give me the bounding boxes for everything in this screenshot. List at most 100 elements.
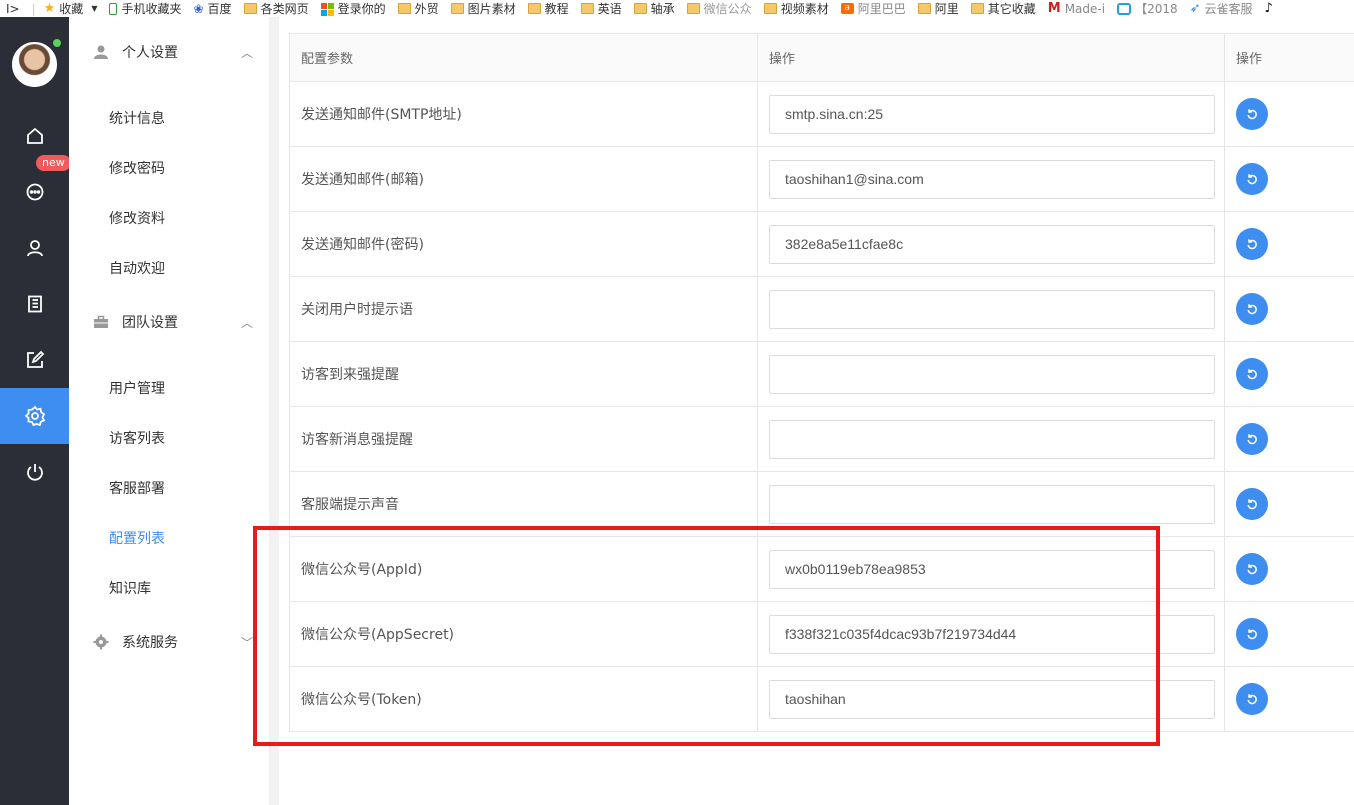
reset-button[interactable] xyxy=(1236,488,1268,520)
table-header: 配置参数 操作 操作 xyxy=(289,34,1354,82)
reset-button[interactable] xyxy=(1236,228,1268,260)
folder-icon xyxy=(397,3,411,14)
config-value-input[interactable] xyxy=(769,419,1215,459)
reset-button[interactable] xyxy=(1236,163,1268,195)
rail-book[interactable] xyxy=(0,276,69,332)
refresh-icon xyxy=(1247,629,1257,640)
reset-button[interactable] xyxy=(1236,683,1268,715)
rail-chat[interactable] xyxy=(0,164,69,220)
nav-item-edit-profile[interactable]: 修改资料 xyxy=(109,208,165,228)
new-badge: new xyxy=(36,155,71,171)
config-value-input[interactable] xyxy=(769,94,1215,134)
chevron-down-icon: ﹀ xyxy=(240,636,253,650)
bookmark-favorites[interactable]: ★ 收藏 ▼ xyxy=(44,0,98,17)
config-value-cell xyxy=(757,82,1224,146)
bookmark-folder[interactable]: 轴承 xyxy=(633,0,675,17)
config-param-label: 微信公众号(Token) xyxy=(289,667,757,731)
config-value-input[interactable] xyxy=(769,484,1215,524)
table-row: 访客到来强提醒 xyxy=(289,342,1354,407)
bookmark-folder[interactable]: 外贸 xyxy=(397,0,439,17)
bilibili-tv-icon xyxy=(1117,2,1132,15)
bookmark-folder[interactable]: 英语 xyxy=(580,0,622,17)
table-row: 微信公众号(AppId) xyxy=(289,537,1354,602)
bookmark-bilibili[interactable]: 【2018 xyxy=(1117,0,1178,17)
table-row: 发送通知邮件(邮箱) xyxy=(289,147,1354,212)
table-row: 微信公众号(AppSecret) xyxy=(289,602,1354,667)
nav-item-user-management[interactable]: 用户管理 xyxy=(109,378,165,398)
config-action-cell xyxy=(1224,342,1354,406)
nav-item-visitor-list[interactable]: 访客列表 xyxy=(109,428,165,448)
baidu-paw-icon: ❀ xyxy=(193,1,204,16)
config-param-label: 关闭用户时提示语 xyxy=(289,277,757,341)
reset-button[interactable] xyxy=(1236,98,1268,130)
config-value-input[interactable] xyxy=(769,354,1215,394)
bookmark-folder[interactable]: 图片素材 xyxy=(450,0,516,17)
bookmark-folder[interactable]: 教程 xyxy=(527,0,569,17)
config-value-input[interactable] xyxy=(769,549,1215,589)
bookmark-mobile[interactable]: 手机收藏夹 xyxy=(109,0,181,17)
rail-settings[interactable] xyxy=(0,388,69,444)
table-row: 微信公众号(Token) xyxy=(289,667,1354,732)
table-row: 访客新消息强提醒 xyxy=(289,407,1354,472)
refresh-icon xyxy=(1247,499,1257,510)
refresh-icon xyxy=(1247,694,1257,705)
group-team-settings[interactable]: 团队设置 ︿ xyxy=(93,310,253,334)
bookmark-made-in-china[interactable]: M Made-i xyxy=(1048,0,1105,17)
refresh-icon xyxy=(1247,109,1257,120)
bookmark-folder[interactable]: 其它收藏 xyxy=(970,0,1036,17)
group-personal-settings[interactable]: 个人设置 ︿ xyxy=(93,40,253,64)
rail-user[interactable] xyxy=(0,220,69,276)
nav-item-change-password[interactable]: 修改密码 xyxy=(109,158,165,178)
config-param-label: 发送通知邮件(SMTP地址) xyxy=(289,82,757,146)
folder-icon xyxy=(527,3,541,14)
settings-icon xyxy=(24,405,45,427)
refresh-icon xyxy=(1247,239,1257,250)
config-value-input[interactable] xyxy=(769,679,1215,719)
config-value-input[interactable] xyxy=(769,159,1215,199)
group-system-services[interactable]: 系统服务 ﹀ xyxy=(93,630,253,654)
chat-icon xyxy=(26,183,43,201)
reset-button[interactable] xyxy=(1236,358,1268,390)
nav-item-knowledge-base[interactable]: 知识库 xyxy=(109,578,151,598)
bookmark-yunque[interactable]: ➶ 云雀客服 xyxy=(1190,0,1253,17)
bookmark-alibaba[interactable]: a 阿里巴巴 xyxy=(840,0,906,17)
rail-logout[interactable] xyxy=(0,444,69,500)
star-icon: ★ xyxy=(43,1,56,16)
reset-button[interactable] xyxy=(1236,618,1268,650)
config-value-cell xyxy=(757,342,1224,406)
nav-item-config-list[interactable]: 配置列表 xyxy=(109,528,165,548)
header-config-param: 配置参数 xyxy=(289,34,757,81)
bookmark-folder[interactable]: 微信公众 xyxy=(686,0,752,17)
bookmark-tiktok[interactable]: ♪ xyxy=(1265,0,1277,17)
config-value-input[interactable] xyxy=(769,289,1215,329)
config-value-cell xyxy=(757,212,1224,276)
config-value-input[interactable] xyxy=(769,614,1215,654)
nav-item-auto-welcome[interactable]: 自动欢迎 xyxy=(109,258,165,278)
config-action-cell xyxy=(1224,537,1354,601)
reset-button[interactable] xyxy=(1236,423,1268,455)
avatar[interactable] xyxy=(12,42,57,87)
bookmark-folder[interactable]: 阿里 xyxy=(917,0,959,17)
user-icon xyxy=(94,45,108,59)
config-action-cell xyxy=(1224,82,1354,146)
bookmark-folder[interactable]: 各类网页 xyxy=(243,0,309,17)
alibaba-icon: a xyxy=(840,3,854,14)
sidebar-toggle-icon[interactable]: I> xyxy=(6,2,20,16)
bookmark-folder[interactable]: 视频素材 xyxy=(763,0,829,17)
config-value-cell xyxy=(757,147,1224,211)
reset-button[interactable] xyxy=(1236,293,1268,325)
folder-icon xyxy=(763,3,777,14)
reset-button[interactable] xyxy=(1236,553,1268,585)
bookmark-login[interactable]: 登录你的 xyxy=(320,0,386,17)
folder-icon xyxy=(243,3,257,14)
rail-edit[interactable] xyxy=(0,332,69,388)
nav-item-stats[interactable]: 统计信息 xyxy=(109,108,165,128)
config-action-cell xyxy=(1224,407,1354,471)
config-value-cell xyxy=(757,277,1224,341)
table-row: 发送通知邮件(SMTP地址) xyxy=(289,82,1354,147)
gear-icon xyxy=(93,634,109,650)
refresh-icon xyxy=(1247,564,1257,575)
nav-item-service-deploy[interactable]: 客服部署 xyxy=(109,478,165,498)
config-value-input[interactable] xyxy=(769,224,1215,264)
bookmark-baidu[interactable]: ❀ 百度 xyxy=(193,0,231,17)
